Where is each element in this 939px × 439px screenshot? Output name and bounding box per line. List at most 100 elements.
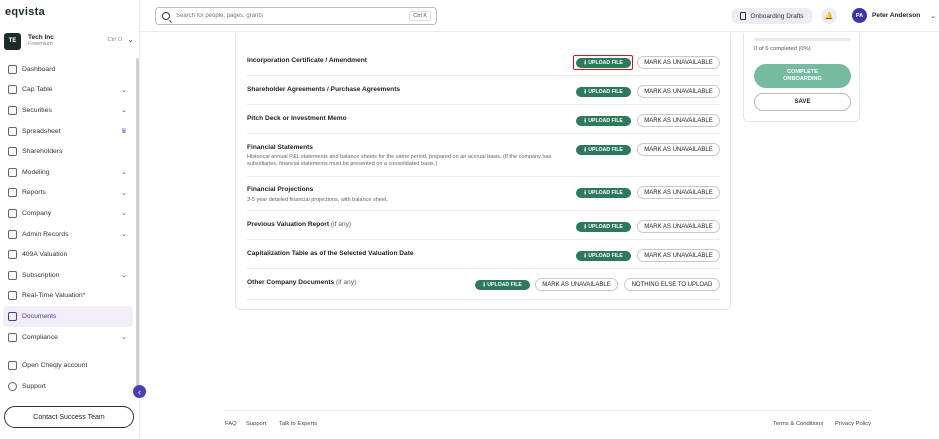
download-icon: ⭳: [584, 147, 587, 153]
company-plan: Freemium: [28, 41, 53, 47]
sidebar-item-securities[interactable]: Securities ⌄: [3, 100, 133, 121]
download-icon: ⭳: [584, 89, 587, 95]
sidebar-item-dashboard[interactable]: Dashboard: [3, 59, 133, 80]
sidebar-item-label: 409A Valuation: [22, 251, 68, 259]
app-root: eqvista TE Tech Inc Freemium Ctrl O ⌄ Da…: [0, 0, 939, 439]
sidebar-item-label: Cap Table: [22, 86, 53, 94]
sidebar-scrollbar[interactable]: [136, 58, 139, 398]
download-icon: ⭳: [584, 118, 587, 124]
sidebar-item-409a-valuation[interactable]: 409A Valuation: [3, 244, 133, 265]
download-icon: ⭳: [584, 253, 587, 259]
sidebar-item-label: Dashboard: [22, 65, 56, 73]
document-row: Capitalization Table as of the Selected …: [247, 240, 720, 269]
upload-file-button[interactable]: ⭳ UPLOAD FILE: [576, 251, 631, 261]
mark-unavailable-button[interactable]: MARK AS UNAVAILABLE: [637, 56, 720, 69]
cheqly-icon: [8, 361, 17, 371]
complete-onboarding-button[interactable]: COMPLETE ONBOARDING: [754, 64, 851, 88]
document-icon: [740, 12, 747, 20]
sidebar-item-reports[interactable]: Reports ⌄: [3, 183, 133, 204]
save-button[interactable]: SAVE: [754, 93, 851, 111]
sidebar-item-label: Modeling: [22, 168, 50, 176]
footer-link-support[interactable]: Support: [246, 421, 266, 427]
upload-file-button[interactable]: ⭳ UPLOAD FILE: [576, 116, 631, 126]
sidebar-item-label: Admin Records: [22, 230, 69, 238]
crown-icon: ♛: [120, 128, 127, 136]
document-title: Capitalization Table as of the Selected …: [247, 250, 414, 257]
mark-unavailable-button[interactable]: MARK AS UNAVAILABLE: [637, 143, 720, 156]
search-box[interactable]: Ctrl K: [155, 7, 437, 25]
sidebar-item-modeling[interactable]: Modeling ⌄: [3, 162, 133, 183]
mark-unavailable-button[interactable]: MARK AS UNAVAILABLE: [637, 186, 720, 199]
mark-unavailable-button[interactable]: MARK AS UNAVAILABLE: [637, 249, 720, 262]
sidebar-item-label: Open Cheqly account: [22, 362, 88, 370]
mark-unavailable-button[interactable]: MARK AS UNAVAILABLE: [637, 114, 720, 127]
chevron-down-icon: ⌄: [121, 107, 127, 115]
sidebar: eqvista TE Tech Inc Freemium Ctrl O ⌄ Da…: [0, 0, 140, 439]
upload-file-button[interactable]: ⭳ UPLOAD FILE: [475, 280, 530, 290]
document-row: Pitch Deck or Investment Memo ⭳ UPLOAD FI…: [247, 105, 720, 134]
nothing-else-to-upload-button[interactable]: NOTHING ELSE TO UPLOAD: [624, 278, 720, 291]
upload-file-button[interactable]: ⭳ UPLOAD FILE: [576, 87, 631, 97]
footer-link-faq[interactable]: FAQ: [225, 421, 237, 427]
sidebar-item-shareholders[interactable]: Shareholders: [3, 141, 133, 162]
upload-file-button[interactable]: ⭳ UPLOAD FILE: [576, 188, 631, 198]
collapse-sidebar-icon[interactable]: ‹: [133, 385, 146, 398]
upload-file-button[interactable]: ⭳ UPLOAD FILE: [576, 222, 631, 232]
securities-icon: [8, 105, 17, 115]
sidebar-item-support[interactable]: Support: [3, 376, 133, 397]
notifications-button[interactable]: 🔔: [821, 8, 837, 24]
sidebar-item-documents[interactable]: Documents: [3, 306, 133, 327]
mark-unavailable-button[interactable]: MARK AS UNAVAILABLE: [637, 85, 720, 98]
document-row: Previous Valuation Report (if any) ⭳ UPLO…: [247, 211, 720, 240]
sidebar-item-label: Company: [22, 209, 52, 217]
documents-card: Incorporation Certificate / Amendment ⭳ U…: [235, 33, 731, 310]
company-icon: [8, 208, 17, 218]
progress-text: 0 of 6 completed (0%): [754, 46, 811, 52]
mark-unavailable-button[interactable]: MARK AS UNAVAILABLE: [637, 220, 720, 233]
bell-icon: 🔔: [824, 13, 834, 20]
cap-table-icon: [8, 85, 17, 95]
footer: FAQ Support Talk to Experts Terms & Cond…: [224, 410, 872, 439]
nav-divider: [3, 347, 133, 355]
document-title: Financial Projections: [247, 186, 314, 193]
download-icon: ⭳: [483, 282, 486, 288]
footer-link-privacy[interactable]: Privacy Policy: [835, 421, 871, 427]
sidebar-item-admin-records[interactable]: Admin Records ⌄: [3, 224, 133, 245]
chevron-down-icon: ⌄: [121, 272, 127, 280]
upload-file-button[interactable]: ⭳ UPLOAD FILE: [576, 58, 631, 68]
document-description: 3-5 year detailed financial projections,…: [247, 197, 388, 203]
subscription-icon: [8, 270, 17, 280]
sidebar-item-label: Real-Time Valuation*: [22, 292, 86, 300]
sidebar-item-spreadsheet[interactable]: Spreadsheet ♛: [3, 121, 133, 142]
sidebar-item-company[interactable]: Company ⌄: [3, 203, 133, 224]
avatar: PA: [852, 8, 867, 23]
document-title: Previous Valuation Report (if any): [247, 221, 352, 228]
shareholders-icon: [8, 147, 17, 157]
sidebar-item-compliance[interactable]: Compliance ⌄: [3, 327, 133, 348]
user-menu[interactable]: PA Peter Anderson ⌄: [852, 8, 936, 23]
modeling-icon: [8, 167, 17, 177]
contact-success-team-button[interactable]: Contact Success Team: [4, 406, 134, 428]
upload-file-button[interactable]: ⭳ UPLOAD FILE: [576, 145, 631, 155]
mark-unavailable-button[interactable]: MARK AS UNAVAILABLE: [535, 278, 618, 291]
spreadsheet-icon: [8, 126, 17, 136]
company-switcher[interactable]: TE Tech Inc Freemium Ctrl O ⌄: [4, 31, 136, 51]
chevron-down-icon: ⌄: [127, 35, 134, 44]
onboarding-drafts-button[interactable]: Onboarding Drafts: [731, 8, 813, 24]
sidebar-item-label: Documents: [22, 312, 57, 320]
chevron-down-icon: ⌄: [930, 12, 937, 20]
eqvista-logo[interactable]: eqvista: [5, 6, 45, 18]
chevron-down-icon: ⌄: [121, 334, 127, 342]
sidebar-item-cap-table[interactable]: Cap Table ⌄: [3, 80, 133, 101]
chevron-down-icon: ⌄: [121, 210, 127, 218]
footer-link-terms[interactable]: Terms & Conditions: [773, 421, 823, 427]
footer-link-talk-to-experts[interactable]: Talk to Experts: [279, 421, 317, 427]
search-input[interactable]: [176, 13, 406, 19]
sidebar-item-open-cheqly[interactable]: Open Cheqly account: [3, 355, 133, 376]
document-title: Incorporation Certificate / Amendment: [247, 57, 367, 64]
document-title: Financial Statements: [247, 144, 313, 151]
sidebar-item-subscription[interactable]: Subscription ⌄: [3, 265, 133, 286]
sidebar-item-real-time-valuation[interactable]: Real-Time Valuation*: [3, 286, 133, 307]
compliance-icon: [8, 332, 17, 342]
onboarding-progress-card: 0 of 6 completed (0%) COMPLETE ONBOARDIN…: [743, 33, 860, 122]
